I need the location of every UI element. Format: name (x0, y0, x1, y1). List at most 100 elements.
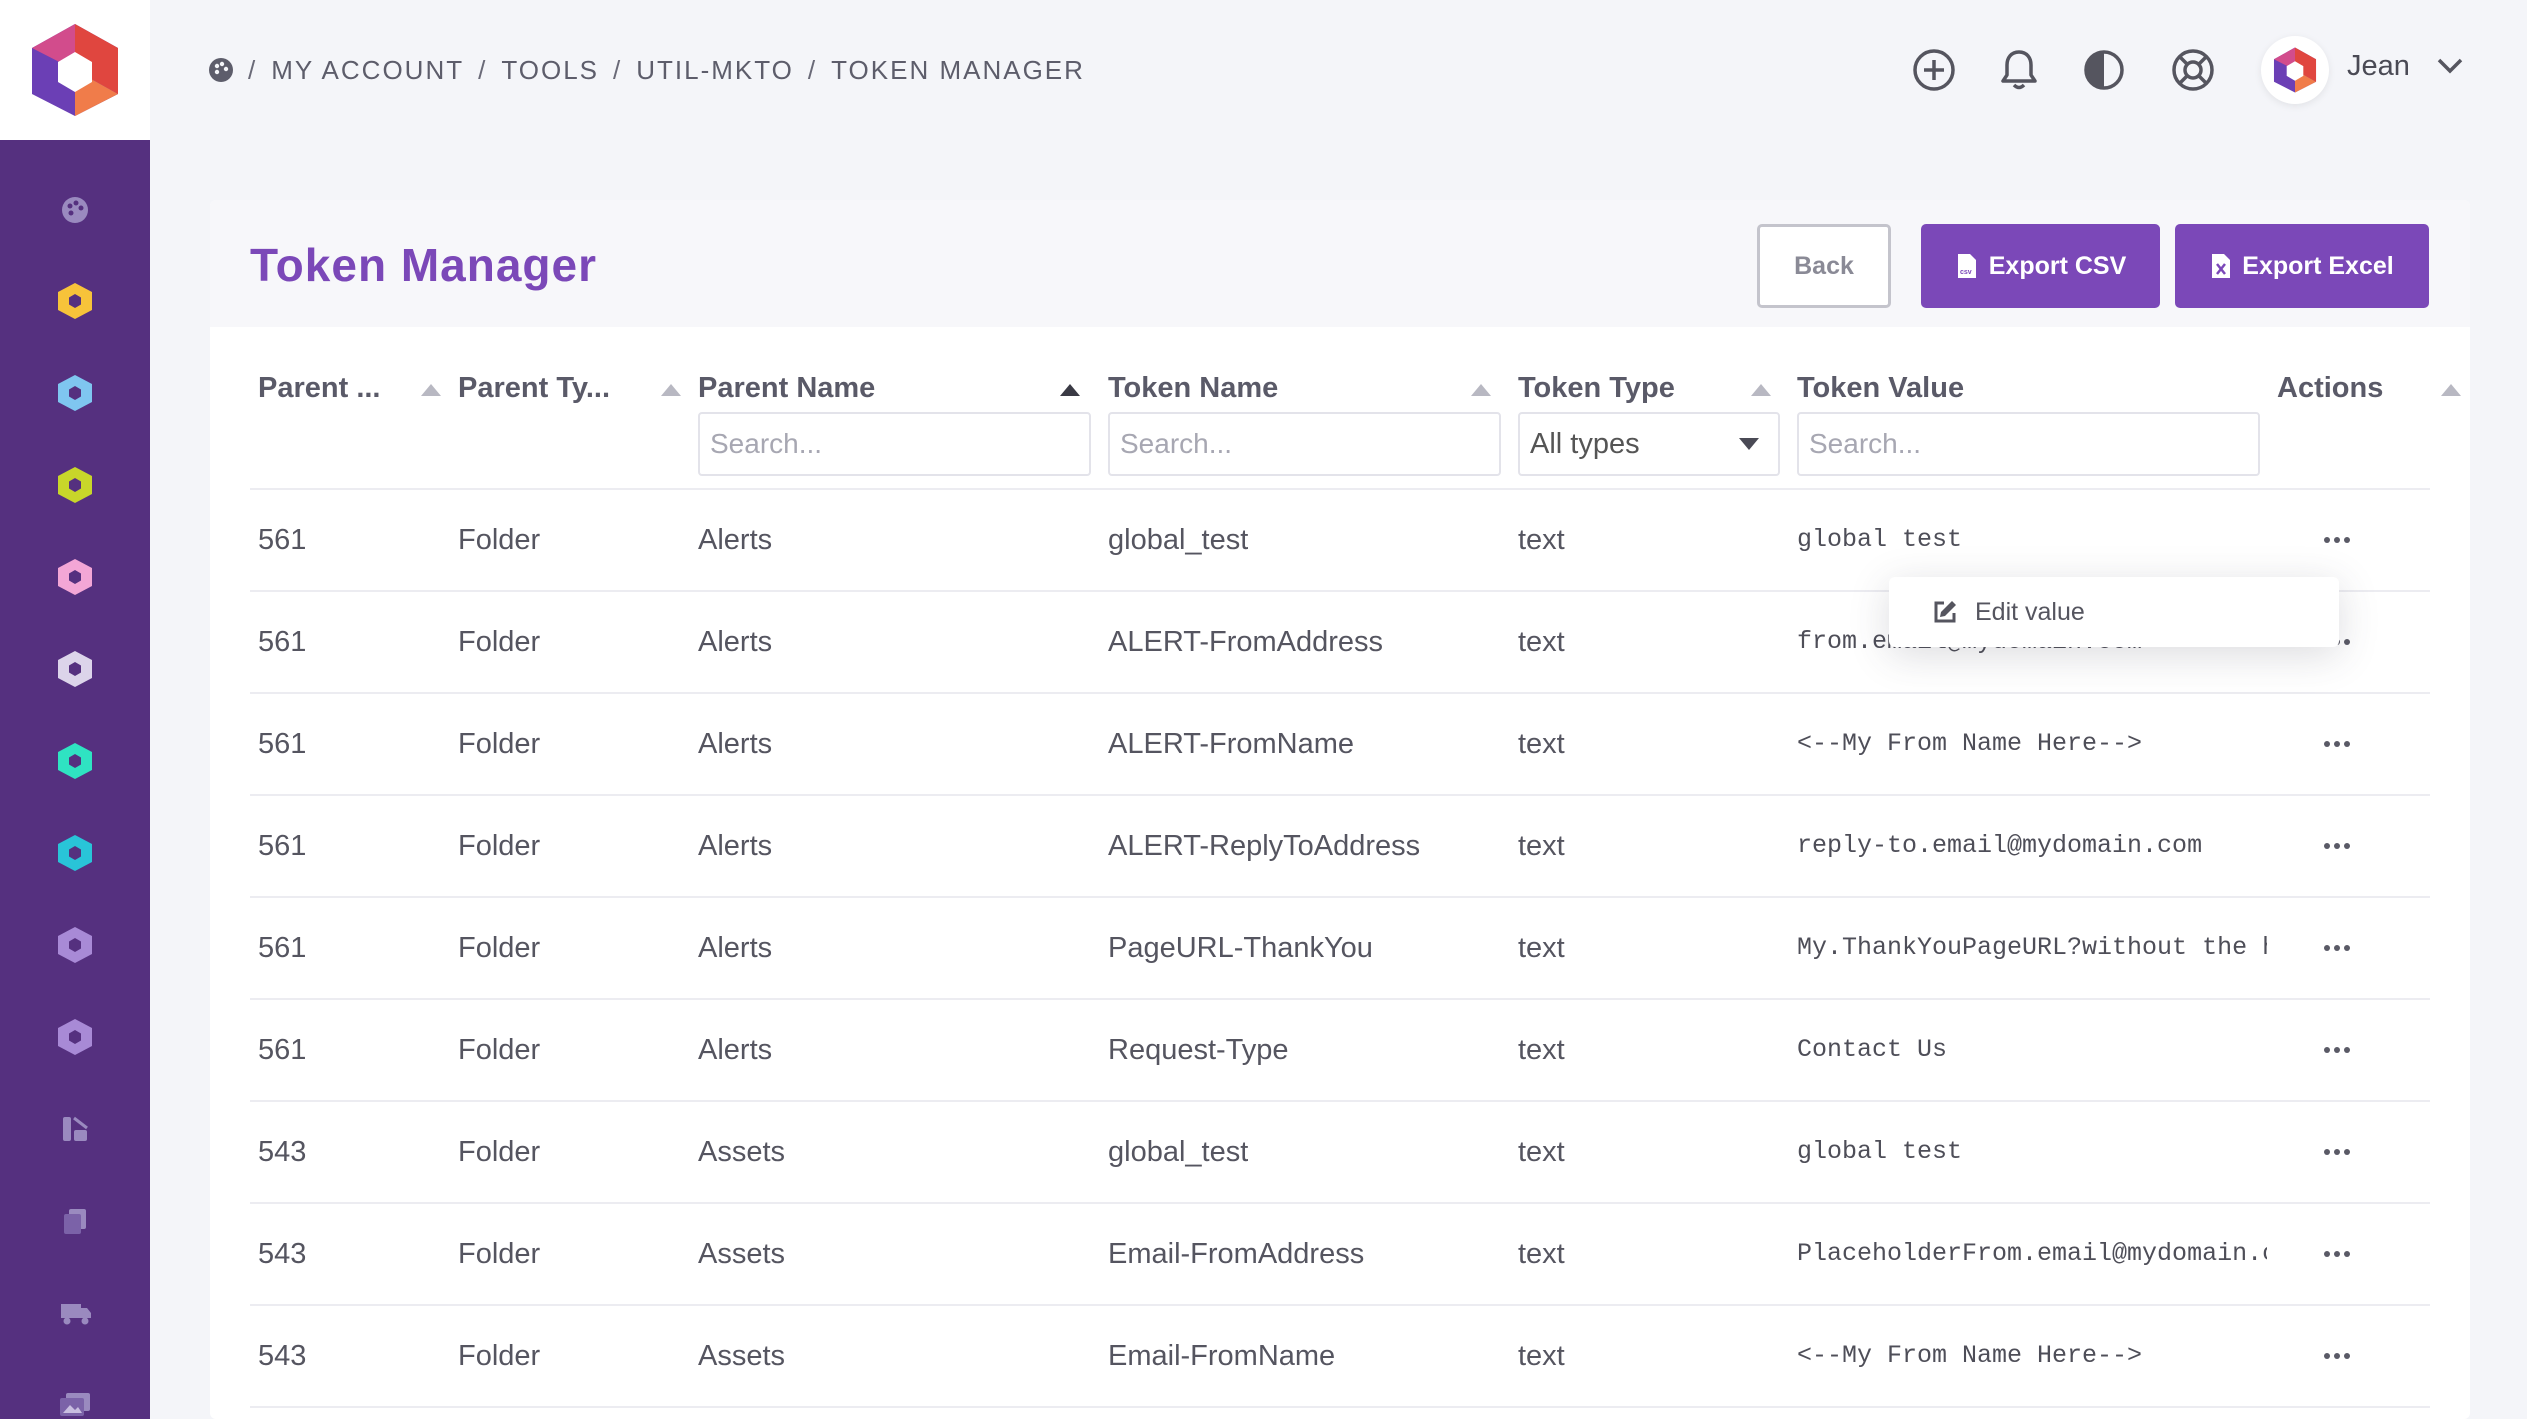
back-button[interactable]: Back (1757, 224, 1891, 308)
token-type-select[interactable]: All types (1518, 412, 1780, 476)
row-actions-button[interactable] (2317, 830, 2357, 862)
table-row: 561 Folder Alerts ALERT-ReplyToAddress t… (250, 796, 2430, 898)
cell-token-name: PageURL-ThankYou (1108, 932, 1373, 964)
cell-token-value: global test (1797, 1137, 1963, 1166)
row-actions-button[interactable] (2317, 728, 2357, 760)
sort-asc-icon[interactable] (1750, 383, 1772, 397)
help-button[interactable] (2165, 42, 2221, 98)
sidebar-item-tools[interactable] (50, 1104, 100, 1154)
cell-parent-type: Folder (458, 830, 541, 862)
copy-icon (64, 1209, 86, 1234)
add-button[interactable] (1906, 42, 1962, 98)
cell-token-name: global_test (1108, 1136, 1249, 1168)
sidebar-item-dashboard[interactable] (50, 185, 100, 235)
sort-asc-icon[interactable] (660, 383, 682, 397)
row-actions-button[interactable] (2317, 1340, 2357, 1372)
cell-token-value: global test (1797, 525, 1963, 554)
svg-text:csv: csv (1960, 269, 1972, 276)
cell-token-type: text (1518, 524, 1565, 556)
avatar[interactable] (2261, 36, 2329, 104)
sidebar-item-shipping[interactable] (50, 1288, 100, 1338)
token-name-search-input[interactable] (1108, 412, 1501, 476)
column-header-token-name[interactable]: Token Name (1108, 372, 1278, 405)
cell-parent-id: 561 (258, 728, 307, 760)
sort-asc-icon[interactable] (420, 383, 442, 397)
export-excel-label: Export Excel (2242, 251, 2394, 280)
cell-parent-name: Assets (698, 1238, 786, 1270)
cell-parent-type: Folder (458, 1238, 541, 1270)
cell-parent-type: Folder (458, 932, 541, 964)
notifications-button[interactable] (1991, 42, 2047, 98)
edit-icon (1934, 601, 1956, 623)
sidebar (0, 140, 150, 1419)
tools-icon (63, 1116, 88, 1141)
cell-parent-id: 561 (258, 1034, 307, 1066)
page-title: Token Manager (250, 239, 597, 291)
sidebar-item-images[interactable] (50, 1380, 100, 1419)
column-header-parent-id[interactable]: Parent ... (258, 372, 381, 405)
row-actions-button[interactable] (2317, 1034, 2357, 1066)
sidebar-item-app-3[interactable] (50, 460, 100, 510)
breadcrumb: / MY ACCOUNT / TOOLS / UTIL-MKTO / TOKEN… (208, 52, 1085, 88)
theme-toggle-button[interactable] (2076, 42, 2132, 98)
cell-parent-id: 543 (258, 1340, 307, 1372)
sidebar-item-app-8[interactable] (50, 920, 100, 970)
bell-icon (2001, 50, 2037, 90)
token-value-search-input[interactable] (1797, 412, 2260, 476)
user-name[interactable]: Jean (2347, 50, 2410, 83)
breadcrumb-separator: / (613, 54, 623, 85)
export-excel-button[interactable]: Export Excel (2175, 224, 2429, 308)
hexagon-icon (58, 375, 92, 411)
export-csv-button[interactable]: csv Export CSV (1921, 224, 2160, 308)
cell-parent-id: 543 (258, 1136, 307, 1168)
column-header-parent-type[interactable]: Parent Ty... (458, 372, 610, 405)
sort-asc-active-icon[interactable] (1059, 383, 1081, 397)
caret-down-icon (1739, 438, 1759, 450)
cell-parent-name: Alerts (698, 728, 773, 760)
table-row: 543 Folder Assets Email-FromName text <-… (250, 1306, 2430, 1408)
row-actions-button[interactable] (2317, 1136, 2357, 1168)
row-actions-button[interactable] (2317, 524, 2357, 556)
cell-token-name: ALERT-FromAddress (1108, 626, 1384, 658)
column-header-parent-name[interactable]: Parent Name (698, 372, 875, 405)
export-csv-label: Export CSV (1988, 251, 2127, 280)
sort-asc-icon[interactable] (2440, 383, 2462, 397)
sidebar-item-app-4[interactable] (50, 552, 100, 602)
hexagon-icon (58, 1019, 92, 1055)
hexagon-icon (58, 743, 92, 779)
cell-parent-name: Alerts (698, 524, 773, 556)
chevron-down-icon (2437, 58, 2463, 74)
sidebar-item-app-5[interactable] (50, 644, 100, 694)
row-actions-button[interactable] (2317, 932, 2357, 964)
parent-name-search-input[interactable] (698, 412, 1091, 476)
edit-value-menu-item[interactable]: Edit value (1889, 577, 2339, 647)
cell-parent-type: Folder (458, 524, 541, 556)
card-header: Token Manager Back csv Export CSV Export… (210, 200, 2470, 330)
cell-token-type: text (1518, 1136, 1565, 1168)
cell-token-name: Request-Type (1108, 1034, 1289, 1066)
breadcrumb-util-mkto[interactable]: UTIL-MKTO (636, 55, 794, 86)
app-logo[interactable] (0, 0, 150, 140)
sidebar-item-app-7[interactable] (50, 828, 100, 878)
palette-icon[interactable] (208, 57, 234, 83)
cell-parent-id: 561 (258, 830, 307, 862)
cell-parent-type: Folder (458, 1136, 541, 1168)
column-header-actions: Actions (2277, 372, 2384, 404)
sidebar-item-app-1[interactable] (50, 276, 100, 326)
cell-token-name: global_test (1108, 524, 1249, 556)
sidebar-item-copy[interactable] (50, 1196, 100, 1246)
column-header-token-value[interactable]: Token Value (1797, 372, 1964, 405)
sidebar-item-app-2[interactable] (50, 368, 100, 418)
row-actions-button[interactable] (2317, 1238, 2357, 1270)
token-manager-card: Token Manager Back csv Export CSV Export… (210, 200, 2470, 1419)
breadcrumb-my-account[interactable]: MY ACCOUNT (271, 55, 464, 86)
cell-parent-type: Folder (458, 1034, 541, 1066)
support-icon (2172, 49, 2214, 91)
sidebar-item-app-6[interactable] (50, 736, 100, 786)
breadcrumb-tools[interactable]: TOOLS (501, 55, 599, 86)
user-menu-toggle[interactable] (2436, 56, 2464, 81)
column-header-token-type[interactable]: Token Type (1518, 372, 1675, 405)
sort-asc-icon[interactable] (1470, 383, 1492, 397)
sidebar-item-app-9[interactable] (50, 1012, 100, 1062)
hexagon-logo-icon (2273, 47, 2317, 93)
